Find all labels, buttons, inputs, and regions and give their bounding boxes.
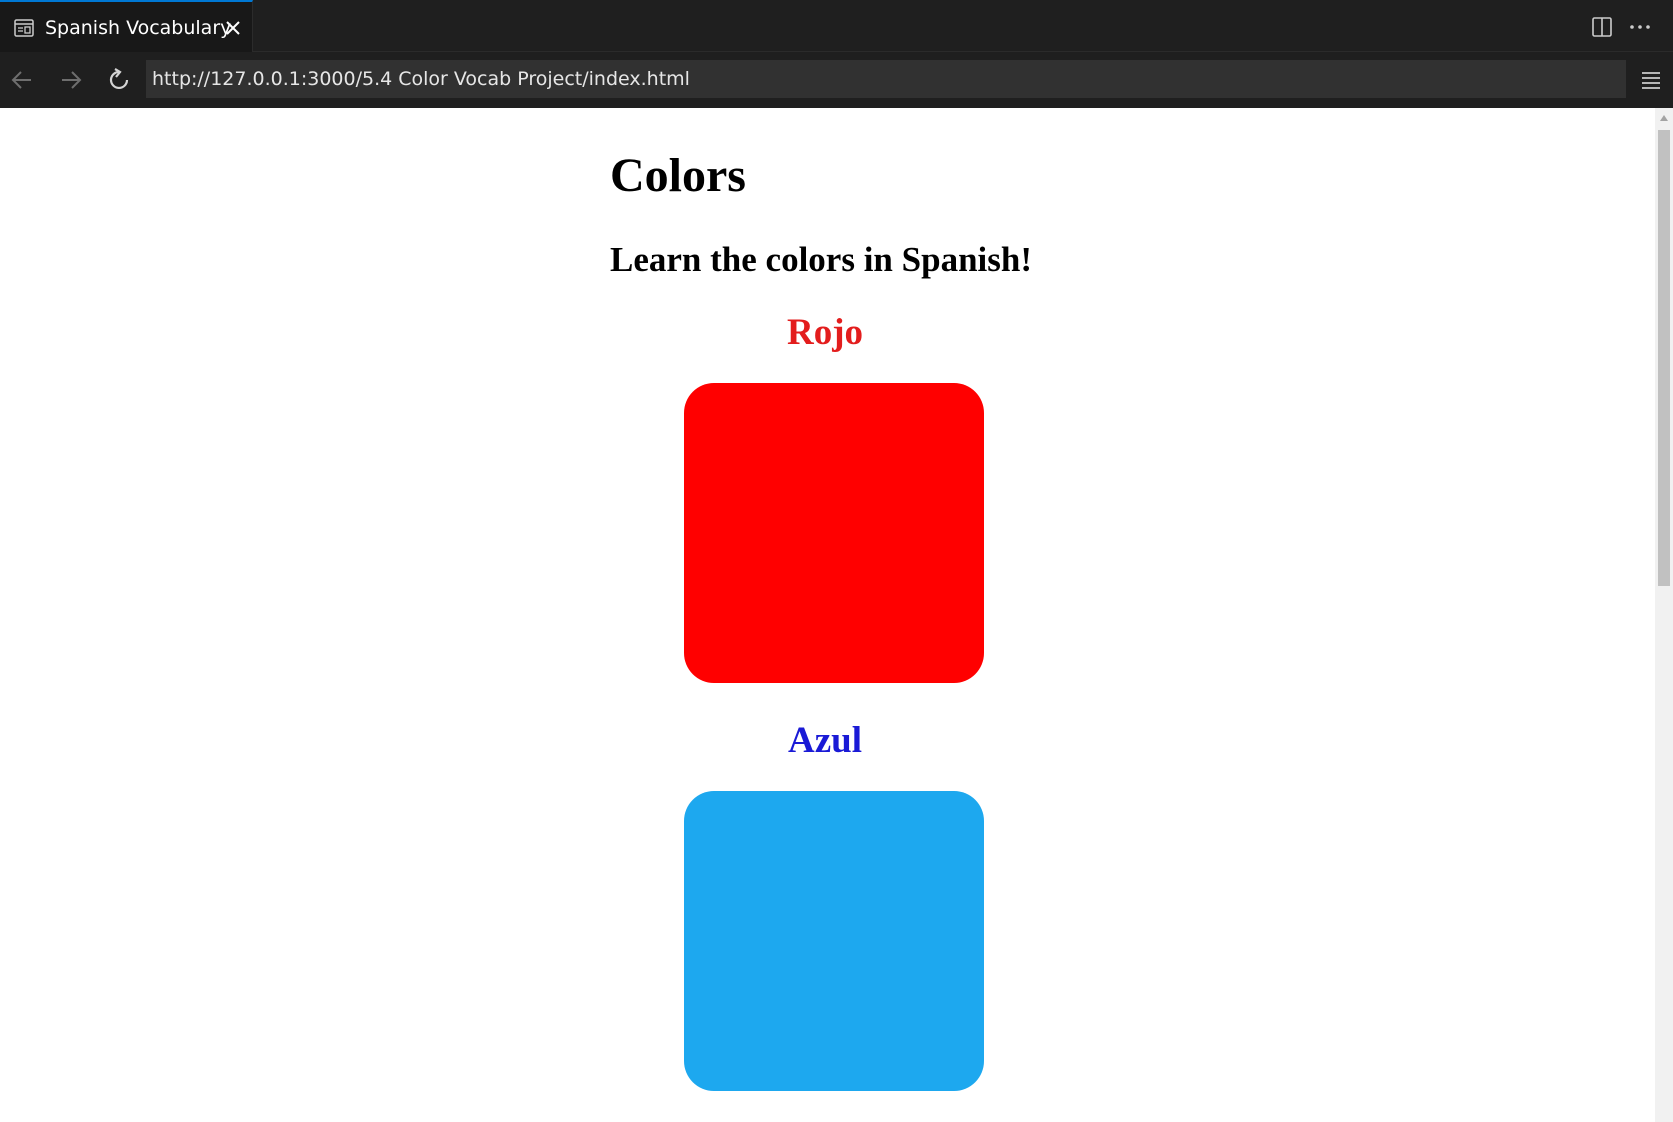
forward-arrow-icon[interactable] bbox=[58, 67, 84, 93]
scroll-up-arrow-icon[interactable] bbox=[1659, 114, 1669, 122]
more-actions-icon[interactable] bbox=[1628, 16, 1652, 38]
color-swatch-azul bbox=[684, 791, 984, 1091]
url-input[interactable] bbox=[146, 60, 1626, 98]
browser-page-icon bbox=[14, 19, 34, 37]
back-arrow-icon[interactable] bbox=[9, 67, 35, 93]
hamburger-menu-icon[interactable] bbox=[1639, 69, 1663, 91]
tab-bar: Spanish Vocabulary bbox=[0, 0, 1673, 52]
color-label-rojo: Rojo bbox=[786, 312, 864, 353]
tab-spanish-vocabulary[interactable]: Spanish Vocabulary bbox=[0, 0, 253, 52]
reload-icon[interactable] bbox=[107, 67, 133, 93]
color-swatch-rojo bbox=[684, 383, 984, 683]
address-bar bbox=[0, 52, 1673, 108]
close-icon[interactable] bbox=[224, 19, 242, 37]
color-label-azul: Azul bbox=[788, 720, 862, 761]
vertical-scrollbar[interactable] bbox=[1655, 108, 1673, 1122]
page-viewport: Colors Learn the colors in Spanish! Rojo… bbox=[0, 108, 1655, 1122]
split-editor-icon[interactable] bbox=[1591, 16, 1613, 38]
scrollbar-thumb[interactable] bbox=[1658, 130, 1670, 586]
page-subtitle: Learn the colors in Spanish! bbox=[610, 240, 1032, 279]
page-title: Colors bbox=[610, 149, 746, 202]
tab-title: Spanish Vocabulary bbox=[45, 17, 232, 39]
